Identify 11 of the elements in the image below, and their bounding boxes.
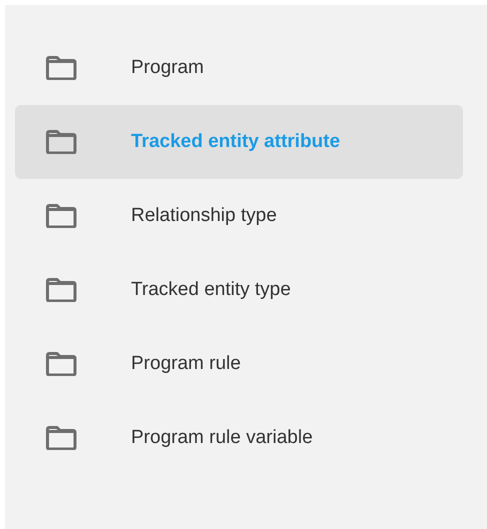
folder-icon	[45, 426, 77, 450]
folder-icon	[45, 352, 77, 376]
folder-icon	[45, 204, 77, 228]
sidebar-item[interactable]: Program rule variable	[15, 401, 463, 475]
sidebar-item[interactable]: Program rule	[15, 327, 463, 401]
sidebar-item[interactable]: Relationship type	[15, 179, 463, 253]
folder-icon	[45, 278, 77, 302]
folder-icon	[45, 130, 77, 154]
sidebar-item[interactable]: Program	[15, 31, 463, 105]
sidebar-item[interactable]: Tracked entity type	[15, 253, 463, 327]
folder-icon	[45, 56, 77, 80]
